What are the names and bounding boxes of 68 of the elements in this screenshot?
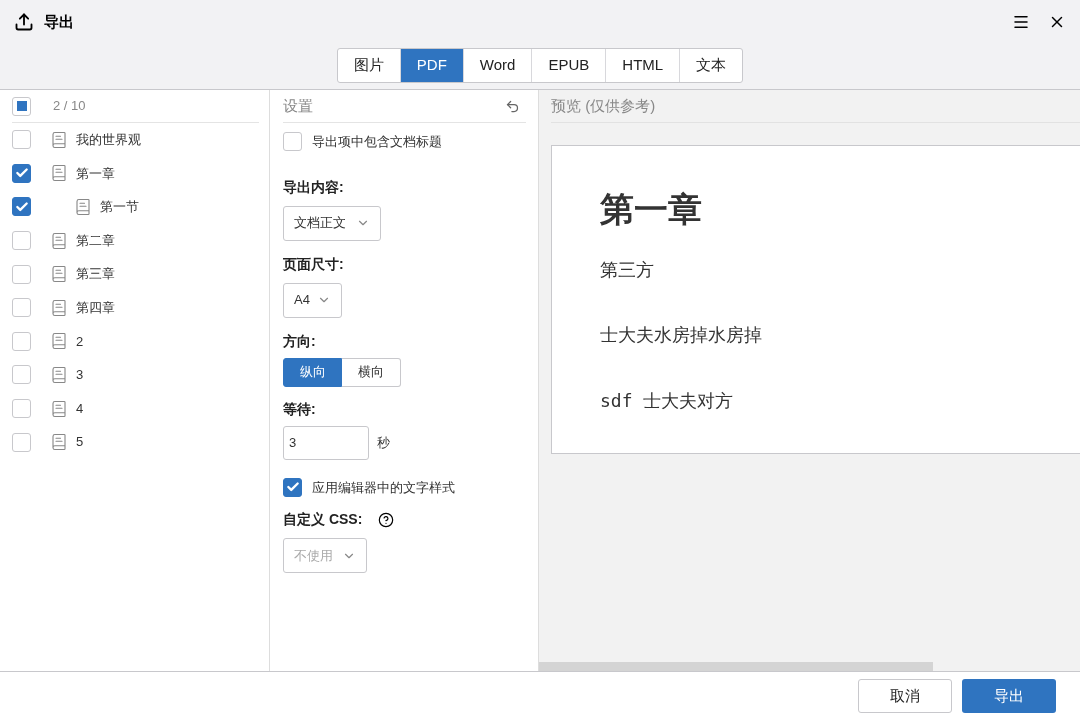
field-label: 等待:: [283, 399, 317, 419]
dropdown[interactable]: 文档正文: [283, 205, 381, 241]
menu-icon[interactable]: [1012, 13, 1030, 31]
field-label: 导出内容:: [283, 177, 345, 197]
format-tab[interactable]: 文本: [679, 49, 743, 82]
format-tab[interactable]: HTML: [605, 49, 680, 82]
tree-item-label[interactable]: 4: [76, 398, 84, 419]
checkbox[interactable]: [283, 477, 302, 497]
cancel-button[interactable]: 取消: [858, 679, 952, 713]
undo-icon[interactable]: [505, 98, 520, 114]
book-icon: [50, 265, 68, 284]
field-label: 自定义 CSS:: [283, 510, 363, 529]
panel-title: 设置: [283, 95, 313, 116]
format-tab[interactable]: EPUB: [531, 49, 606, 82]
book-icon: [50, 399, 68, 418]
tree-item-label[interactable]: 第二章: [76, 230, 115, 251]
horizontal-scrollbar[interactable]: [539, 662, 933, 671]
unit-label: 秒: [377, 433, 390, 452]
checkbox[interactable]: [283, 132, 302, 152]
tree-item-label[interactable]: 我的世界观: [76, 130, 141, 150]
option-label: 应用编辑器中的文字样式: [312, 478, 455, 497]
checkbox[interactable]: [12, 96, 31, 116]
check-icon: [14, 200, 29, 214]
preview-code: sdf 士大夫对方: [600, 389, 735, 413]
book-icon: [74, 198, 92, 216]
format-tab[interactable]: PDF: [399, 49, 463, 82]
checkbox[interactable]: [12, 231, 31, 251]
checkbox[interactable]: [12, 298, 31, 318]
field-label: 页面尺寸:: [283, 254, 345, 274]
book-icon: [50, 332, 68, 351]
tree-item-label[interactable]: 第一节: [100, 197, 139, 217]
export-button[interactable]: 导出: [962, 679, 1056, 713]
checkbox[interactable]: [12, 432, 31, 452]
window-title: 导出: [44, 11, 74, 32]
checkbox[interactable]: [12, 197, 31, 217]
book-icon: [50, 130, 68, 149]
checkbox[interactable]: [12, 264, 31, 284]
field-label: 方向:: [283, 331, 317, 351]
checkbox[interactable]: [12, 163, 31, 183]
format-tab[interactable]: 图片: [337, 49, 400, 82]
selection-count: 2 / 10: [53, 97, 86, 116]
dropdown[interactable]: A4: [283, 282, 342, 318]
tree-item-label[interactable]: 第一章: [76, 163, 115, 184]
wait-input[interactable]: 3: [283, 425, 369, 460]
preview-paragraph: 士大夫水房掉水房掉: [600, 324, 763, 347]
book-icon: [50, 298, 68, 317]
format-tab[interactable]: Word: [462, 49, 532, 82]
help-icon[interactable]: [378, 511, 395, 528]
checkbox[interactable]: [12, 365, 31, 385]
panel-title: 预览 (仅供参考): [551, 95, 656, 116]
checkbox[interactable]: [12, 130, 31, 150]
book-icon: [50, 164, 68, 183]
tree-item-label[interactable]: 2: [76, 331, 84, 352]
checkbox[interactable]: [12, 331, 31, 351]
export-icon: [14, 12, 34, 32]
book-icon: [50, 365, 68, 384]
tree-item-label[interactable]: 5: [76, 432, 84, 452]
book-icon: [50, 231, 68, 250]
checkbox[interactable]: [12, 399, 31, 419]
option-label: 导出项中包含文档标题: [312, 133, 442, 151]
book-icon: [50, 433, 68, 452]
tree-item-label[interactable]: 第三章: [76, 264, 115, 284]
tree-item-label[interactable]: 3: [76, 365, 84, 385]
tree-item-label[interactable]: 第四章: [76, 298, 115, 318]
orientation-option[interactable]: 纵向: [283, 357, 342, 387]
preview-heading: 第一章: [600, 189, 703, 230]
orientation-option[interactable]: 横向: [342, 357, 401, 387]
preview-paragraph: 第三方: [600, 259, 655, 282]
